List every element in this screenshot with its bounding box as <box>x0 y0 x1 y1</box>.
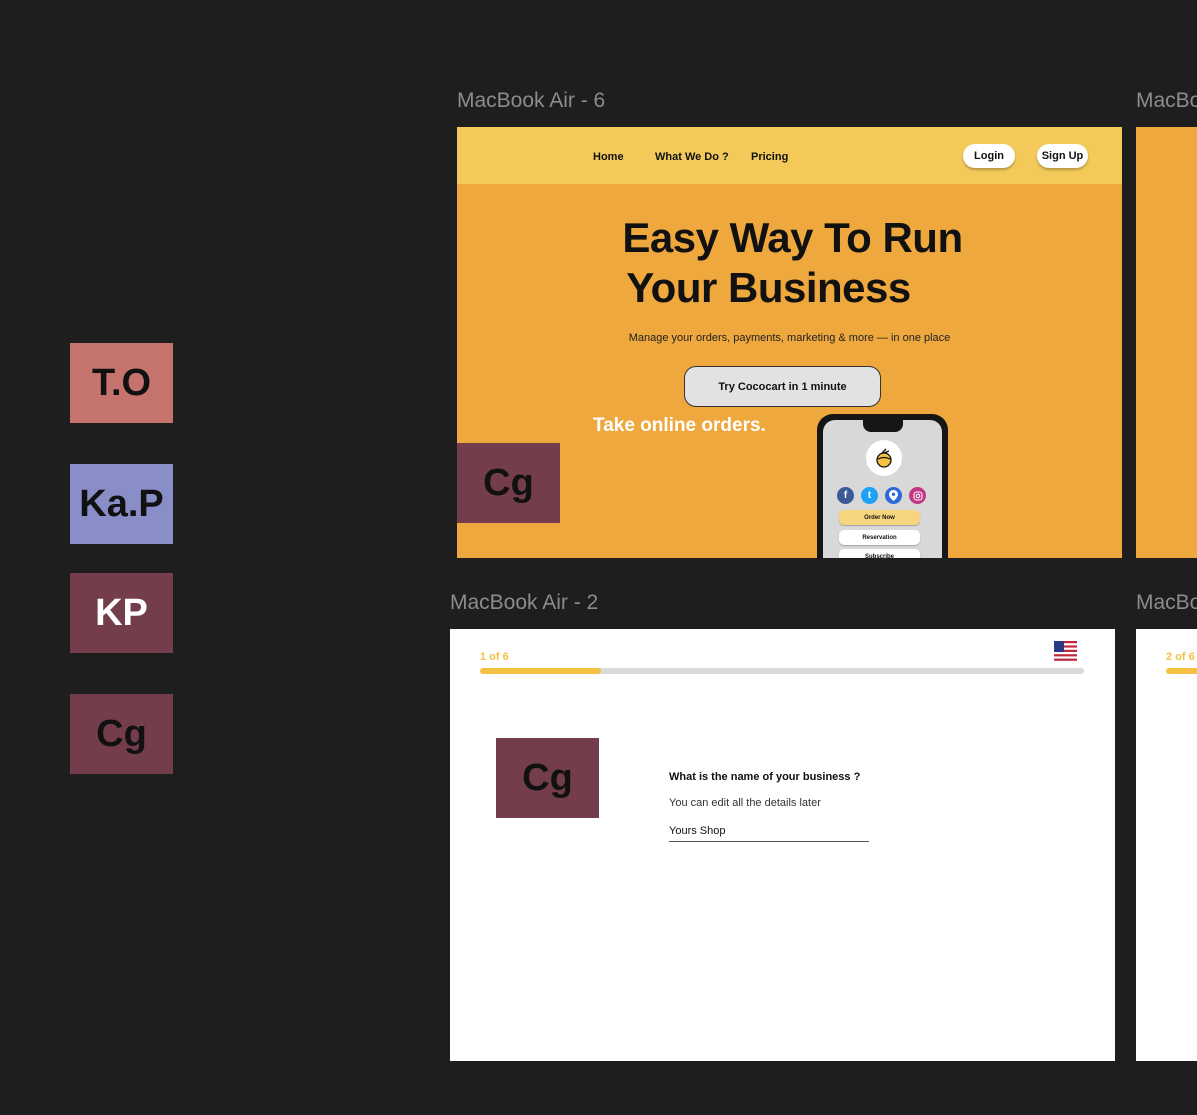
instagram-icon[interactable] <box>909 487 926 504</box>
reservation-button[interactable]: Reservation <box>839 530 920 545</box>
try-cococart-button[interactable]: Try Cococart in 1 minute <box>684 366 881 407</box>
phone-mockup: f t Order Now Reservation Subscribe <box>817 414 948 558</box>
collaborator-cursor-cg: Cg <box>457 443 560 523</box>
business-name-input[interactable] <box>669 821 869 842</box>
hero-title-line-2: Your Business <box>626 264 911 311</box>
collaborator-avatar-kp[interactable]: KP <box>70 573 173 653</box>
us-flag-icon[interactable] <box>1054 641 1077 661</box>
twitter-icon[interactable]: t <box>861 487 878 504</box>
progress-fill <box>1166 668 1197 674</box>
subscribe-button[interactable]: Subscribe <box>839 549 920 558</box>
collaborator-avatar-cg[interactable]: Cg <box>70 694 173 774</box>
frame-partial-top[interactable] <box>1136 127 1197 558</box>
frame-label-macbook-air-2[interactable]: MacBook Air - 2 <box>450 591 598 615</box>
hero-subtitle: Manage your orders, payments, marketing … <box>628 332 951 344</box>
nav-link-pricing[interactable]: Pricing <box>751 151 788 163</box>
business-name-question: What is the name of your business ? <box>669 771 861 783</box>
avatar-initials: Ka.P <box>79 482 164 525</box>
avatar-initials: T.O <box>91 361 152 404</box>
hero-title-line-1: Easy Way To Run <box>622 214 963 261</box>
collaborator-avatar-kap[interactable]: Ka.P <box>70 464 173 544</box>
frame-landing-page[interactable]: Home What We Do ? Pricing Login Sign Up … <box>457 127 1122 558</box>
hero-title: Easy Way To Run Your Business <box>457 213 1122 313</box>
coconut-logo-icon <box>866 440 902 476</box>
collaborator-avatar-to[interactable]: T.O <box>70 343 173 423</box>
frame-label-macbook-air-6[interactable]: MacBook Air - 6 <box>457 89 605 113</box>
progress-bar <box>480 668 1084 674</box>
collaborator-cursor-cg: Cg <box>496 738 599 818</box>
progress-fill <box>480 668 601 674</box>
frame-label-partial-bottom[interactable]: MacBo <box>1136 591 1197 615</box>
login-button[interactable]: Login <box>963 144 1015 168</box>
avatar-initials: KP <box>95 591 148 634</box>
nav-link-what-we-do[interactable]: What We Do ? <box>655 151 729 163</box>
phone-notch <box>863 420 903 432</box>
step-indicator: 2 of 6 <box>1166 651 1195 663</box>
edit-later-hint: You can edit all the details later <box>669 797 821 809</box>
avatar-initials: Cg <box>522 756 573 799</box>
facebook-icon[interactable]: f <box>837 487 854 504</box>
top-nav-bar: Home What We Do ? Pricing Login Sign Up <box>457 127 1122 184</box>
frame-label-partial-top[interactable]: MacBo <box>1136 89 1197 113</box>
signup-button[interactable]: Sign Up <box>1037 144 1088 168</box>
order-now-button[interactable]: Order Now <box>839 510 920 525</box>
avatar-initials: Cg <box>483 461 534 504</box>
location-pin-icon[interactable] <box>885 487 902 504</box>
frame-partial-bottom[interactable]: 2 of 6 <box>1136 629 1197 1061</box>
frame-onboarding-step[interactable]: 1 of 6 Cg What is the name of your busin… <box>450 629 1115 1061</box>
avatar-initials: Cg <box>96 712 147 755</box>
nav-link-home[interactable]: Home <box>593 151 624 163</box>
phone-screen: f t Order Now Reservation Subscribe <box>823 420 942 558</box>
step-indicator: 1 of 6 <box>480 651 509 663</box>
take-online-orders-text: Take online orders. <box>593 415 766 436</box>
